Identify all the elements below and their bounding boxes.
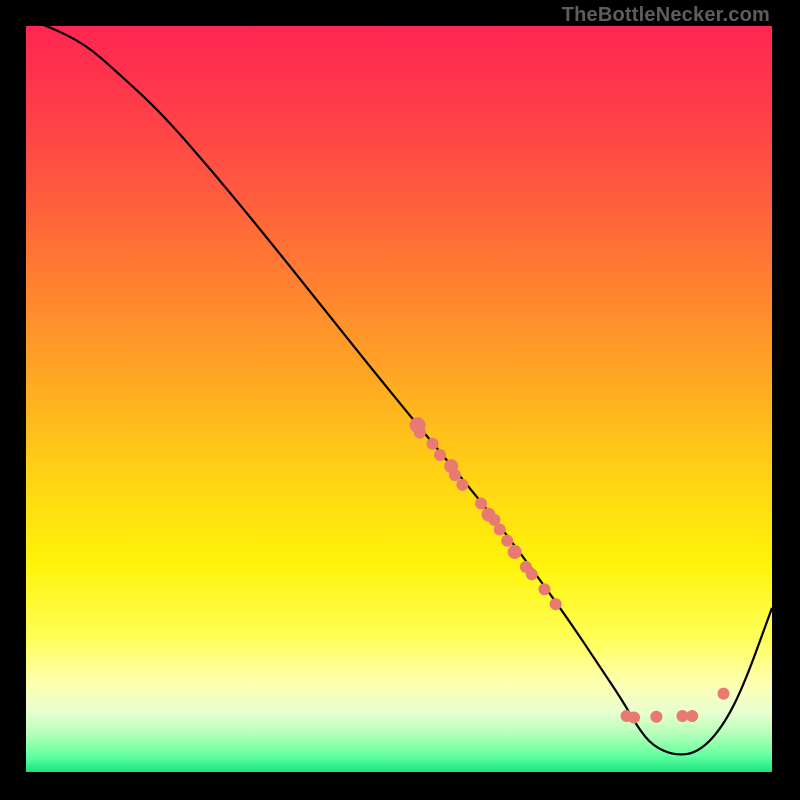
data-point (449, 469, 461, 481)
chart-frame (26, 26, 772, 772)
data-point (494, 524, 506, 536)
data-point (434, 449, 446, 461)
watermark-text: TheBottleNecker.com (562, 4, 770, 27)
data-point (718, 688, 730, 700)
data-point (414, 427, 426, 439)
data-point (550, 598, 562, 610)
data-point (508, 545, 522, 559)
data-point (686, 710, 698, 722)
bottleneck-chart (26, 26, 772, 772)
data-point (526, 568, 538, 580)
data-point (501, 535, 513, 547)
data-point (475, 497, 487, 509)
data-point (650, 711, 662, 723)
data-point (538, 583, 550, 595)
data-point (628, 712, 640, 724)
data-point (456, 479, 468, 491)
data-point (427, 438, 439, 450)
chart-background (26, 26, 772, 772)
